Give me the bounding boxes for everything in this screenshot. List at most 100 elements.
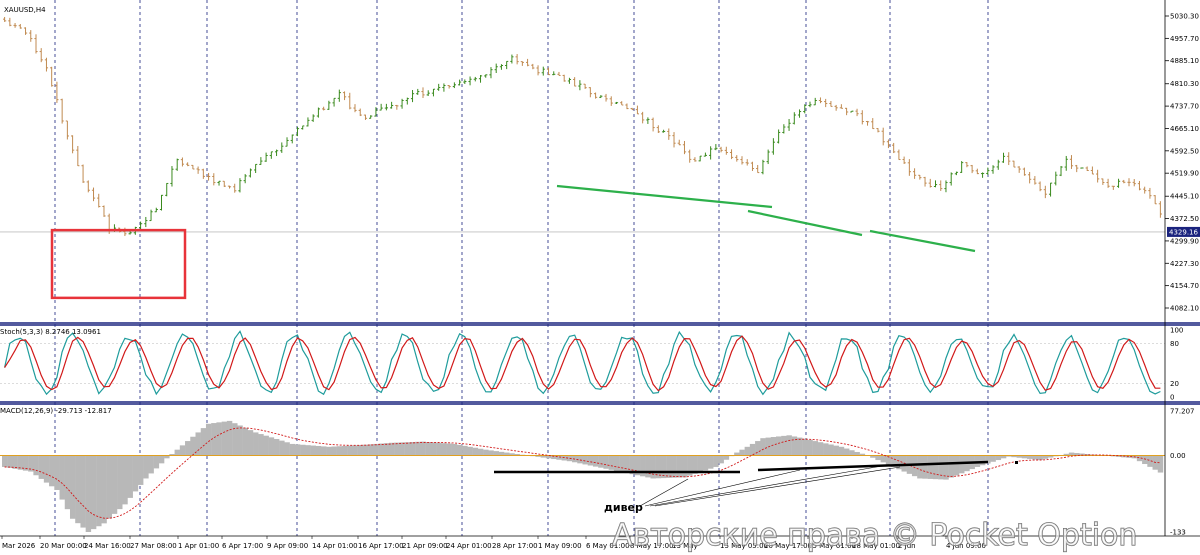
macd-bar-136 — [713, 455, 719, 467]
macd-bar-160 — [838, 446, 845, 456]
macd-bar-117 — [613, 455, 620, 471]
stoch-tick-0: 100 — [1170, 327, 1183, 335]
macd-bar-53 — [279, 440, 285, 456]
macd-bar-1 — [7, 455, 13, 468]
macd-bar-149 — [781, 435, 787, 456]
macd-bar-62 — [326, 446, 332, 456]
macd-bar-13 — [69, 455, 76, 519]
macd-bar-75 — [394, 442, 400, 456]
macd-bar-14 — [75, 455, 81, 524]
macd-bar-49 — [258, 434, 264, 456]
macd-bar-50 — [263, 435, 269, 456]
macd-bar-12 — [64, 455, 71, 510]
macd-bar-64 — [336, 446, 343, 456]
div-dot — [1015, 461, 1018, 464]
macd-bar-179 — [938, 455, 944, 480]
macd-bar-115 — [603, 455, 609, 469]
macd-bar-162 — [849, 450, 855, 456]
time-tick-8: 16 Apr 17:00 — [358, 542, 404, 550]
macd-bar-59 — [310, 445, 316, 456]
price-tick-0: 5030.30 — [1170, 13, 1199, 21]
macd-bar-76 — [399, 442, 405, 456]
macd-bar-221 — [1157, 455, 1164, 473]
price-tick-8: 4445.10 — [1170, 193, 1199, 201]
macd-bar-22 — [117, 455, 123, 510]
macd-bar-46 — [242, 427, 248, 456]
macd-bar-89 — [467, 446, 473, 456]
macd-bar-130 — [681, 455, 688, 478]
price-tick-9: 4372.50 — [1170, 215, 1199, 223]
price-tick-13: 4082.10 — [1170, 305, 1199, 313]
macd-bar-127 — [666, 455, 672, 478]
macd-bar-38 — [200, 428, 207, 456]
macd-bar-113 — [592, 455, 599, 467]
divergence-annotation: дивер — [604, 501, 643, 514]
macd-bar-79 — [415, 441, 421, 456]
macd-bar-33 — [174, 449, 181, 456]
macd-tick-2: -133 — [1170, 529, 1186, 537]
macd-bar-61 — [321, 446, 327, 456]
macd-bar-197 — [1032, 455, 1038, 460]
macd-bar-10 — [54, 455, 60, 490]
macd-bar-175 — [917, 455, 923, 479]
macd-bar-118 — [619, 455, 625, 472]
stoch-tick-1: 80 — [1170, 340, 1179, 348]
macd-bar-29 — [153, 455, 160, 469]
macd-bar-163 — [854, 451, 860, 456]
macd-bar-91 — [477, 448, 484, 456]
macd-bar-82 — [430, 442, 437, 456]
macd-bar-11 — [59, 455, 65, 500]
price-tick-10: 4299.90 — [1170, 237, 1199, 245]
macd-bar-94 — [493, 451, 500, 456]
time-tick-2: 24 Mar 16:00 — [84, 542, 131, 550]
macd-bar-77 — [404, 442, 411, 456]
macd-bar-39 — [205, 423, 212, 456]
macd-bar-68 — [357, 445, 364, 456]
macd-bar-114 — [598, 455, 604, 468]
macd-bar-167 — [875, 455, 881, 461]
macd-bar-218 — [1142, 455, 1148, 465]
macd-bar-199 — [1042, 455, 1049, 459]
price-tick-4: 4737.70 — [1170, 103, 1199, 111]
symbol-label: XAUUSD,H4 — [4, 6, 46, 14]
stoch-tick-3: 0 — [1170, 394, 1174, 402]
time-tick-5: 6 Apr 17:00 — [222, 542, 263, 550]
macd-bar-73 — [383, 443, 390, 456]
macd-bar-25 — [132, 455, 139, 492]
macd-bar-26 — [137, 455, 144, 485]
price-tick-2: 4885.10 — [1170, 57, 1199, 65]
macd-bar-145 — [760, 438, 766, 456]
macd-bar-147 — [770, 437, 777, 456]
macd-bar-111 — [582, 455, 588, 465]
macd-bar-153 — [802, 438, 808, 456]
macd-bar-6 — [33, 455, 39, 476]
macd-bar-60 — [315, 445, 322, 456]
macd-bar-71 — [373, 443, 379, 456]
macd-bar-51 — [268, 437, 275, 456]
macd-bar-83 — [436, 442, 442, 456]
macd-bar-126 — [660, 455, 667, 479]
time-tick-9: 21 Apr 09:00 — [402, 542, 448, 550]
macd-bar-181 — [948, 455, 955, 478]
macd-bar-8 — [43, 455, 50, 483]
price-tick-6: 4592.50 — [1170, 147, 1199, 155]
macd-bar-88 — [462, 445, 468, 456]
price-tick-12: 4154.70 — [1170, 282, 1199, 290]
macd-bar-20 — [106, 455, 113, 519]
macd-bar-138 — [723, 455, 730, 460]
macd-bar-133 — [697, 455, 703, 473]
macd-bar-176 — [922, 455, 928, 479]
macd-bar-90 — [472, 447, 479, 456]
macd-bar-67 — [352, 445, 358, 456]
macd-bar-57 — [300, 444, 306, 456]
macd-bar-54 — [284, 442, 290, 456]
macd-bar-66 — [347, 445, 353, 456]
price-tick-5: 4665.10 — [1170, 125, 1199, 133]
macd-bar-196 — [1027, 455, 1033, 459]
price-tick-7: 4519.90 — [1170, 170, 1199, 178]
time-tick-12: 1 May 09:00 — [538, 542, 582, 550]
macd-bar-23 — [122, 455, 128, 505]
macd-bar-141 — [739, 449, 745, 456]
macd-bar-0 — [2, 455, 8, 467]
time-tick-0: Mar 2026 — [2, 542, 36, 550]
